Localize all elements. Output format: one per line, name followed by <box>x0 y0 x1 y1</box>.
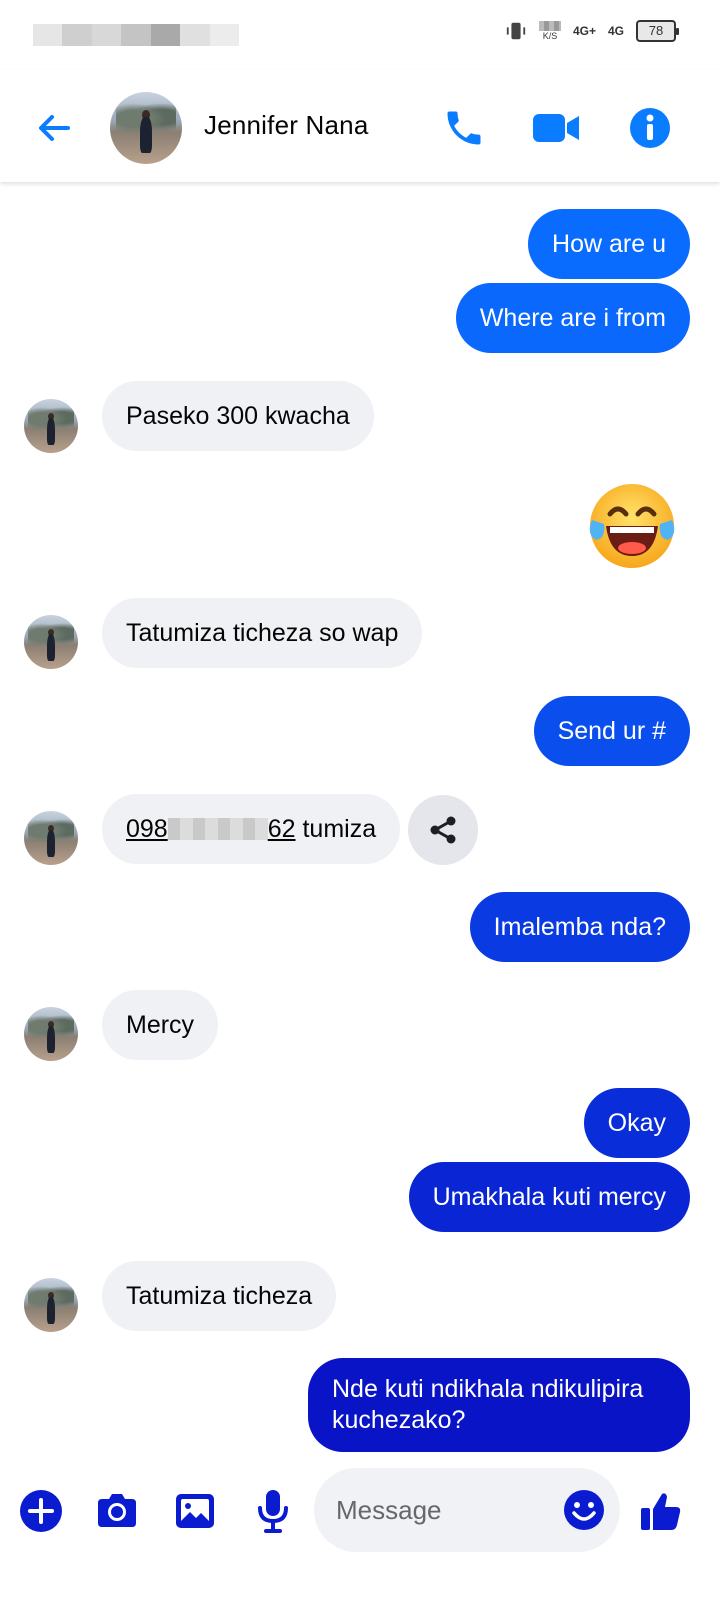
share-icon <box>430 816 456 844</box>
back-button[interactable] <box>30 104 78 152</box>
incoming-message[interactable]: Paseko 300 kwacha <box>102 381 374 451</box>
phone-icon <box>447 111 481 145</box>
message-input-container[interactable] <box>314 1468 620 1552</box>
incoming-message[interactable]: Tatumiza ticheza <box>102 1261 337 1331</box>
back-arrow-icon <box>39 115 70 141</box>
network-speed: K/S <box>538 21 561 41</box>
like-button[interactable] <box>634 1484 688 1538</box>
video-call-button[interactable] <box>528 100 584 156</box>
vibrate-icon <box>506 22 526 40</box>
message-input[interactable] <box>336 1492 556 1528</box>
laughing-tears-emoji[interactable] <box>586 480 678 572</box>
share-button[interactable] <box>408 795 478 865</box>
outgoing-message[interactable]: Imalemba nda? <box>469 892 690 962</box>
chat-header: Jennifer Nana <box>0 70 720 182</box>
sender-avatar[interactable] <box>24 399 78 453</box>
message-composer <box>0 1460 720 1600</box>
sender-avatar[interactable] <box>24 1007 78 1061</box>
video-camera-icon <box>533 114 579 142</box>
gallery-button[interactable] <box>168 1484 222 1538</box>
plus-icon <box>20 1490 62 1532</box>
audio-call-button[interactable] <box>436 100 492 156</box>
outgoing-message[interactable]: Umakhala kuti mercy <box>408 1162 690 1232</box>
voice-message-button[interactable] <box>246 1484 300 1538</box>
microphone-icon <box>258 1490 288 1533</box>
sender-avatar[interactable] <box>24 615 78 669</box>
camera-icon <box>98 1494 136 1527</box>
incoming-message[interactable]: 098 62 tumiza <box>102 794 401 864</box>
sender-avatar[interactable] <box>24 811 78 865</box>
outgoing-message[interactable]: Nde kuti ndikhala ndikulipira kuchezako? <box>308 1358 690 1452</box>
info-button[interactable] <box>622 100 678 156</box>
phone-number-link[interactable]: 098 62 <box>126 815 296 843</box>
contact-name[interactable]: Jennifer Nana <box>204 110 368 141</box>
incoming-message[interactable]: Mercy <box>102 990 219 1060</box>
outgoing-message[interactable]: Where are i from <box>455 283 690 353</box>
contact-avatar[interactable] <box>110 92 182 164</box>
battery-indicator: 78 <box>636 20 679 42</box>
thumbs-up-icon <box>641 1493 681 1530</box>
gallery-icon <box>176 1494 214 1528</box>
status-notifications-blurred <box>33 24 239 46</box>
outgoing-message[interactable]: Send ur # <box>533 696 690 766</box>
info-icon <box>630 108 670 148</box>
message-list[interactable]: How are u Where are i from Paseko 300 kw… <box>0 182 720 1460</box>
status-bar: K/S 4G+ 4G 78 <box>0 0 720 70</box>
redacted-digits <box>167 818 268 840</box>
incoming-message[interactable]: Tatumiza ticheza so wap <box>102 598 423 668</box>
network-4g-plus: 4G+ <box>572 24 596 38</box>
outgoing-message[interactable]: Okay <box>583 1088 690 1158</box>
more-actions-button[interactable] <box>14 1484 68 1538</box>
camera-button[interactable] <box>90 1484 144 1538</box>
emoji-icon[interactable] <box>562 1488 606 1532</box>
sender-avatar[interactable] <box>24 1278 78 1332</box>
network-4g: 4G <box>607 24 624 38</box>
outgoing-message[interactable]: How are u <box>528 209 690 279</box>
